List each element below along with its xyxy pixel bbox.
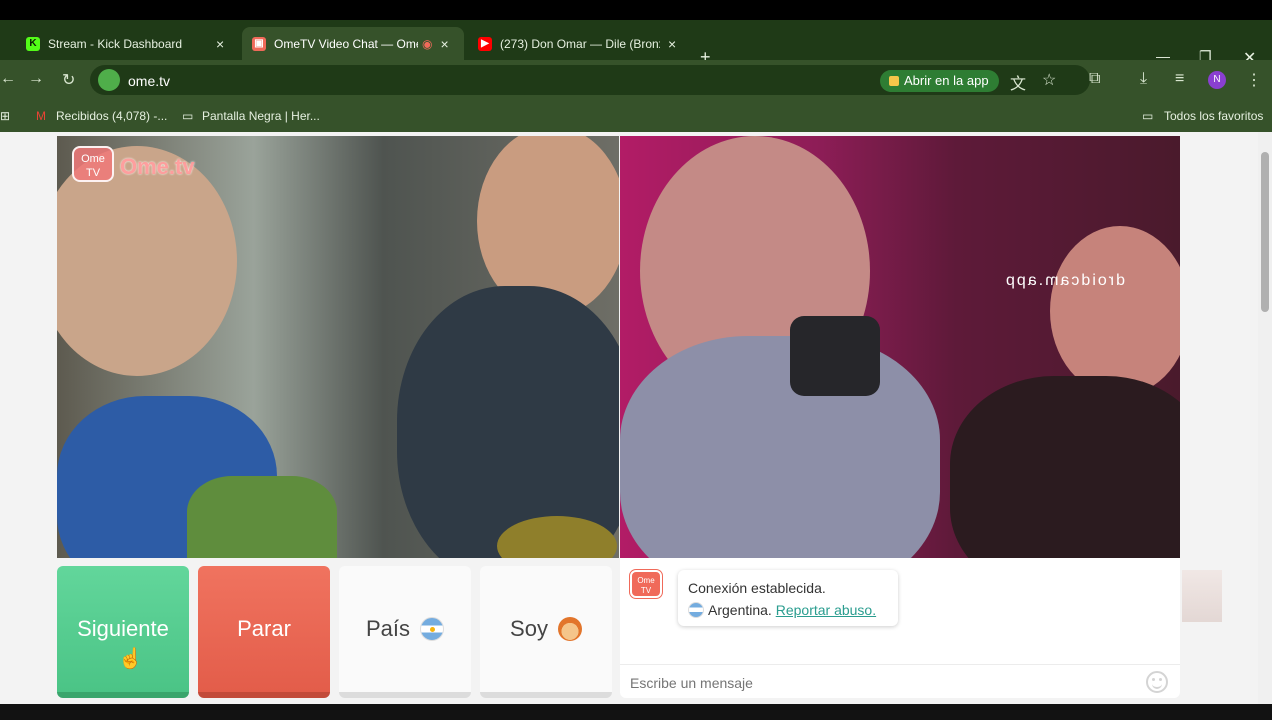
close-icon[interactable]: × xyxy=(668,36,676,52)
os-top-bar xyxy=(0,0,1272,20)
person-shirt xyxy=(397,286,619,558)
back-icon[interactable]: ← xyxy=(0,70,16,88)
tab-label: OmeTV Video Chat — Ome xyxy=(274,36,418,51)
person-face xyxy=(1050,226,1180,396)
bottom-edge xyxy=(0,704,1272,720)
download-icon[interactable]: ⤓ xyxy=(1140,70,1147,88)
ometv-chat-logo: Ome TV xyxy=(630,570,662,598)
open-in-app-button[interactable]: Abrir en la app xyxy=(880,70,999,92)
folder-icon: ▭ xyxy=(1142,109,1154,123)
translate-icon[interactable]: 文 xyxy=(1010,70,1026,94)
tab-youtube[interactable]: ▶ (273) Don Omar — Dile (Bronx × xyxy=(468,27,688,60)
system-message: Conexión establecida. Argentina. Reporta… xyxy=(678,570,898,626)
url-text: ome.tv xyxy=(128,73,171,89)
gender-label: Soy xyxy=(510,616,548,641)
country-button[interactable]: País xyxy=(339,566,471,698)
media-control-icon[interactable]: ≡ xyxy=(1175,70,1184,88)
all-favorites[interactable]: Todos los favoritos xyxy=(1164,109,1263,123)
close-icon[interactable]: × xyxy=(216,36,224,52)
stop-label: Parar xyxy=(237,616,291,641)
browser-toolbar: ← → ↻ ome.tv 文 ☆ ⧉ ⤓ ≡ N ⋮ xyxy=(0,60,1272,100)
person-shirt xyxy=(620,336,940,558)
gender-button[interactable]: Soy xyxy=(480,566,612,698)
youtube-icon: ▶ xyxy=(478,36,492,51)
reload-icon[interactable]: ↻ xyxy=(62,70,75,90)
site-info-icon[interactable] xyxy=(98,69,120,91)
chat-divider xyxy=(620,664,1180,665)
remote-video xyxy=(620,136,1180,558)
local-video xyxy=(57,136,619,558)
tab-strip: K Stream - Kick Dashboard × ▣ OmeTV Vide… xyxy=(0,20,1272,67)
hand-cursor-icon: ☝ xyxy=(118,648,143,670)
connection-status: Conexión establecida. xyxy=(688,580,826,596)
smartwatch xyxy=(790,316,880,396)
tab-label: Stream - Kick Dashboard xyxy=(48,36,183,51)
next-label: Siguiente xyxy=(77,616,169,641)
watermark-text: Ome.tv xyxy=(120,154,195,179)
droidcam-overlay: droidcam.app xyxy=(1004,272,1125,289)
recording-icon: ◉ xyxy=(422,36,433,51)
bookmark-gmail[interactable]: Recibidos (4,078) -... xyxy=(56,109,167,123)
tab-kick-dashboard[interactable]: K Stream - Kick Dashboard × xyxy=(16,27,240,60)
argentina-flag-icon xyxy=(420,617,445,641)
bookmark-pantalla-negra[interactable]: Pantalla Negra | Her... xyxy=(202,109,320,123)
screen-icon: ▭ xyxy=(182,109,194,123)
ometv-logo: Ome TV xyxy=(72,146,114,182)
argentina-flag-icon xyxy=(688,602,704,618)
message-input[interactable] xyxy=(630,675,1130,691)
stop-button[interactable]: Parar xyxy=(198,566,330,698)
tab-label: (273) Don Omar — Dile (Bronx xyxy=(500,36,660,51)
forward-icon[interactable]: → xyxy=(28,70,44,88)
menu-icon[interactable]: ⋮ xyxy=(1246,70,1262,90)
profile-avatar[interactable]: N xyxy=(1208,71,1226,89)
report-abuse-link[interactable]: Reportar abuso. xyxy=(776,602,876,618)
bookmark-star-icon[interactable]: ☆ xyxy=(1042,70,1056,90)
ometv-icon: ▣ xyxy=(252,36,266,51)
emoji-icon[interactable] xyxy=(1146,671,1168,693)
partner-country: Argentina. xyxy=(708,602,772,618)
boy-avatar-icon xyxy=(557,617,582,641)
gmail-icon: M xyxy=(36,109,46,123)
next-button[interactable]: Siguiente xyxy=(57,566,189,698)
plant xyxy=(187,476,337,558)
ometv-watermark: Ome TV Ome.tv xyxy=(72,146,204,184)
self-preview-thumbnail xyxy=(1182,570,1222,622)
close-icon[interactable]: × xyxy=(440,36,448,52)
person-shirt xyxy=(950,376,1180,558)
extensions-icon[interactable]: ⧉ xyxy=(1089,70,1100,88)
scrollbar-thumb[interactable] xyxy=(1261,152,1269,312)
apps-icon[interactable]: ⊞ xyxy=(0,109,10,123)
partner-country-line: Argentina. Reportar abuso. xyxy=(688,599,888,621)
tab-ometv[interactable]: ▣ OmeTV Video Chat — Ome ◉ × xyxy=(242,27,464,60)
country-label: País xyxy=(365,616,411,641)
kick-icon: K xyxy=(26,36,40,51)
bookmarks-bar: ⊞ M Recibidos (4,078) -... ▭ Pantalla Ne… xyxy=(0,100,1272,132)
